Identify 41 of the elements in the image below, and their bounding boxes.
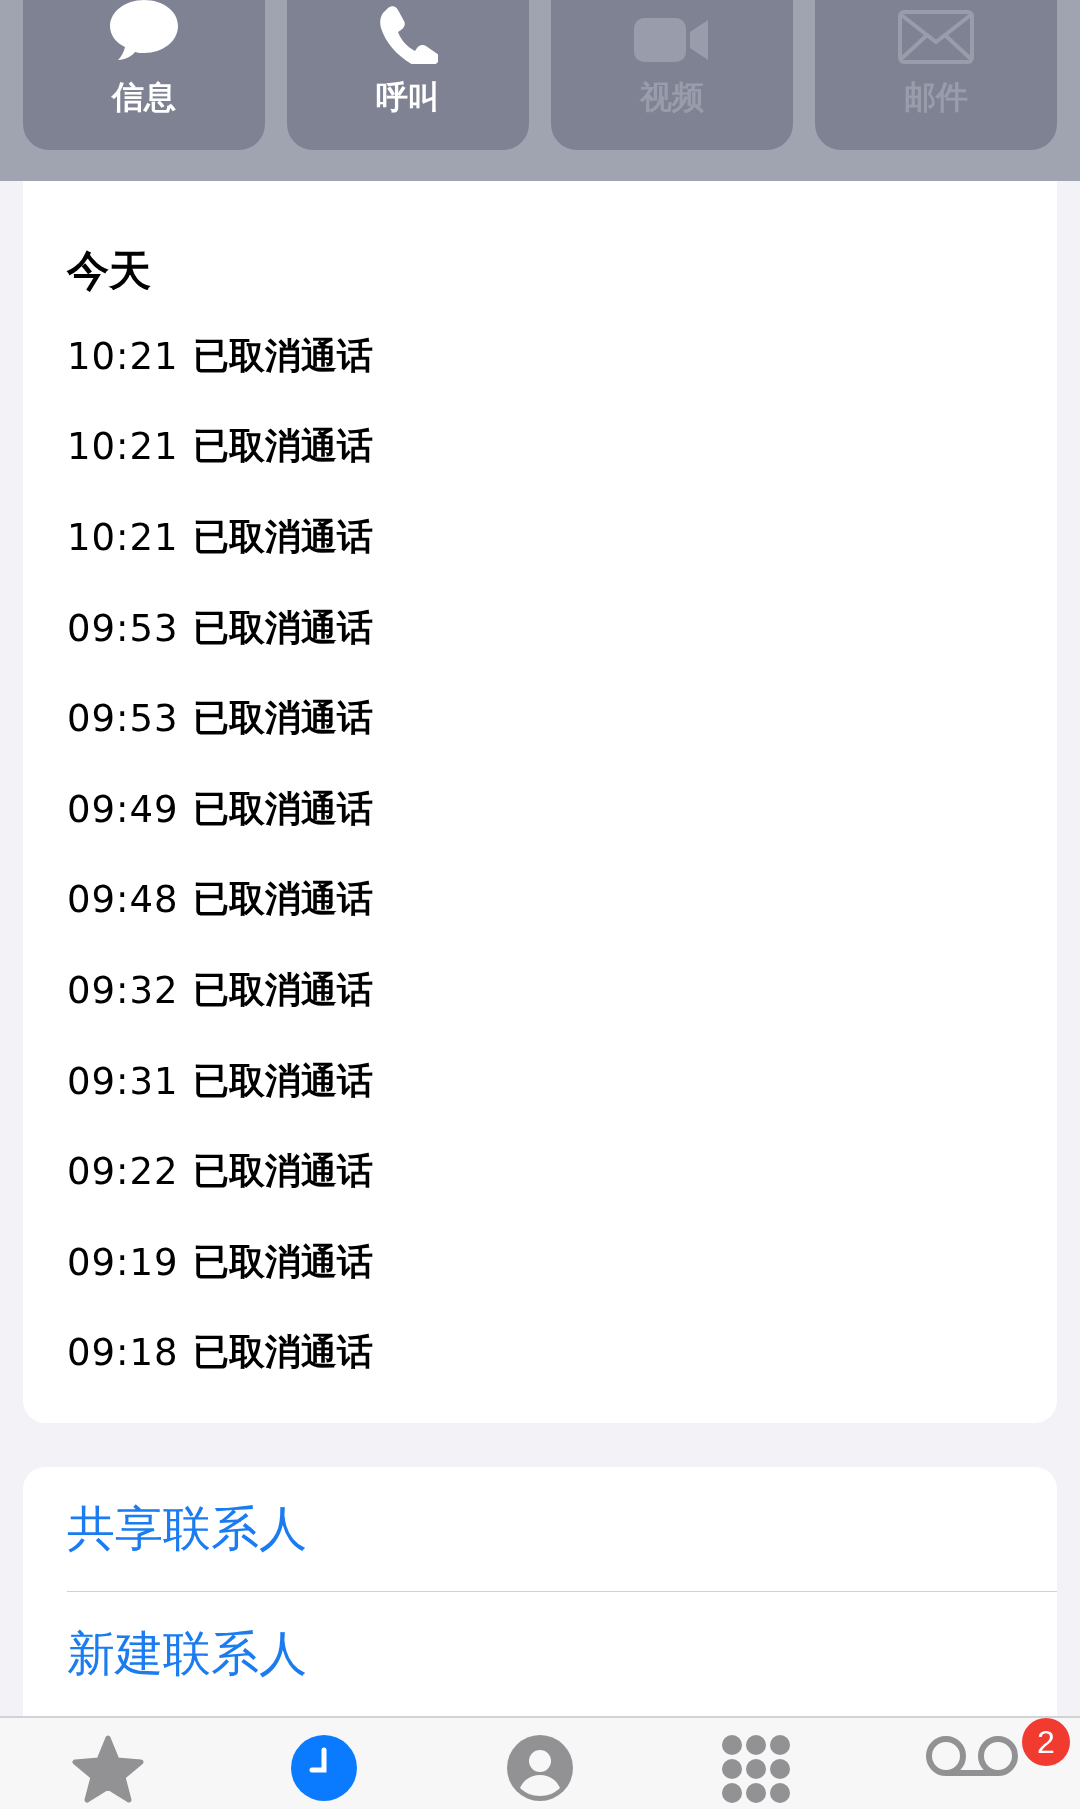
section-heading: 今天: [67, 245, 152, 298]
call-time: 09:49: [67, 787, 179, 831]
call-time: 09:18: [67, 1331, 179, 1375]
tab-item[interactable]: [290, 1734, 358, 1803]
call-status: 已取消通话: [192, 1149, 373, 1194]
call-time: 09:22: [67, 1150, 179, 1194]
tab-item[interactable]: [506, 1734, 574, 1803]
call-status: 已取消通话: [192, 696, 373, 741]
call-status: 已取消通话: [192, 1330, 373, 1375]
keypad-icon: [721, 1734, 791, 1805]
video-camera-icon: [634, 16, 710, 64]
call-status: 已取消通话: [192, 786, 373, 831]
call-status: 已取消通话: [192, 877, 373, 922]
person-icon: [506, 1734, 574, 1803]
call-status: 已取消通话: [192, 968, 373, 1012]
call-status: 已取消通话: [192, 424, 373, 469]
call-time: 10:21: [67, 516, 179, 560]
call-status: 已取消通话: [192, 515, 373, 560]
count-badge: 2: [1022, 1718, 1070, 1767]
envelope-icon: [898, 10, 974, 64]
call-status: 已取消通话: [192, 333, 373, 378]
star-icon: [71, 1734, 145, 1805]
contact-link[interactable]: 共享联系人: [67, 1467, 307, 1592]
call-time: 09:32: [67, 969, 179, 1012]
call-time: 10:21: [67, 334, 179, 378]
call-time: 09:31: [67, 1059, 179, 1103]
call-time: 10:21: [67, 425, 179, 469]
action-button[interactable]: 信息: [23, 0, 265, 150]
action-button[interactable]: 呼叫: [287, 0, 529, 150]
call-status: 已取消通话: [192, 1239, 373, 1284]
call-time: 09:53: [67, 697, 179, 741]
call-status: 已取消通话: [192, 605, 373, 650]
contact-link[interactable]: 新建联系人: [67, 1592, 307, 1717]
tab-item[interactable]: [71, 1734, 145, 1805]
call-time: 09:48: [67, 878, 179, 922]
call-status: 已取消通话: [192, 1058, 373, 1103]
call-time: 09:53: [67, 606, 179, 650]
call-time: 09:19: [67, 1240, 179, 1284]
tab-item[interactable]: [721, 1734, 791, 1805]
clock-icon: [290, 1734, 358, 1803]
phone-icon: [378, 4, 438, 64]
